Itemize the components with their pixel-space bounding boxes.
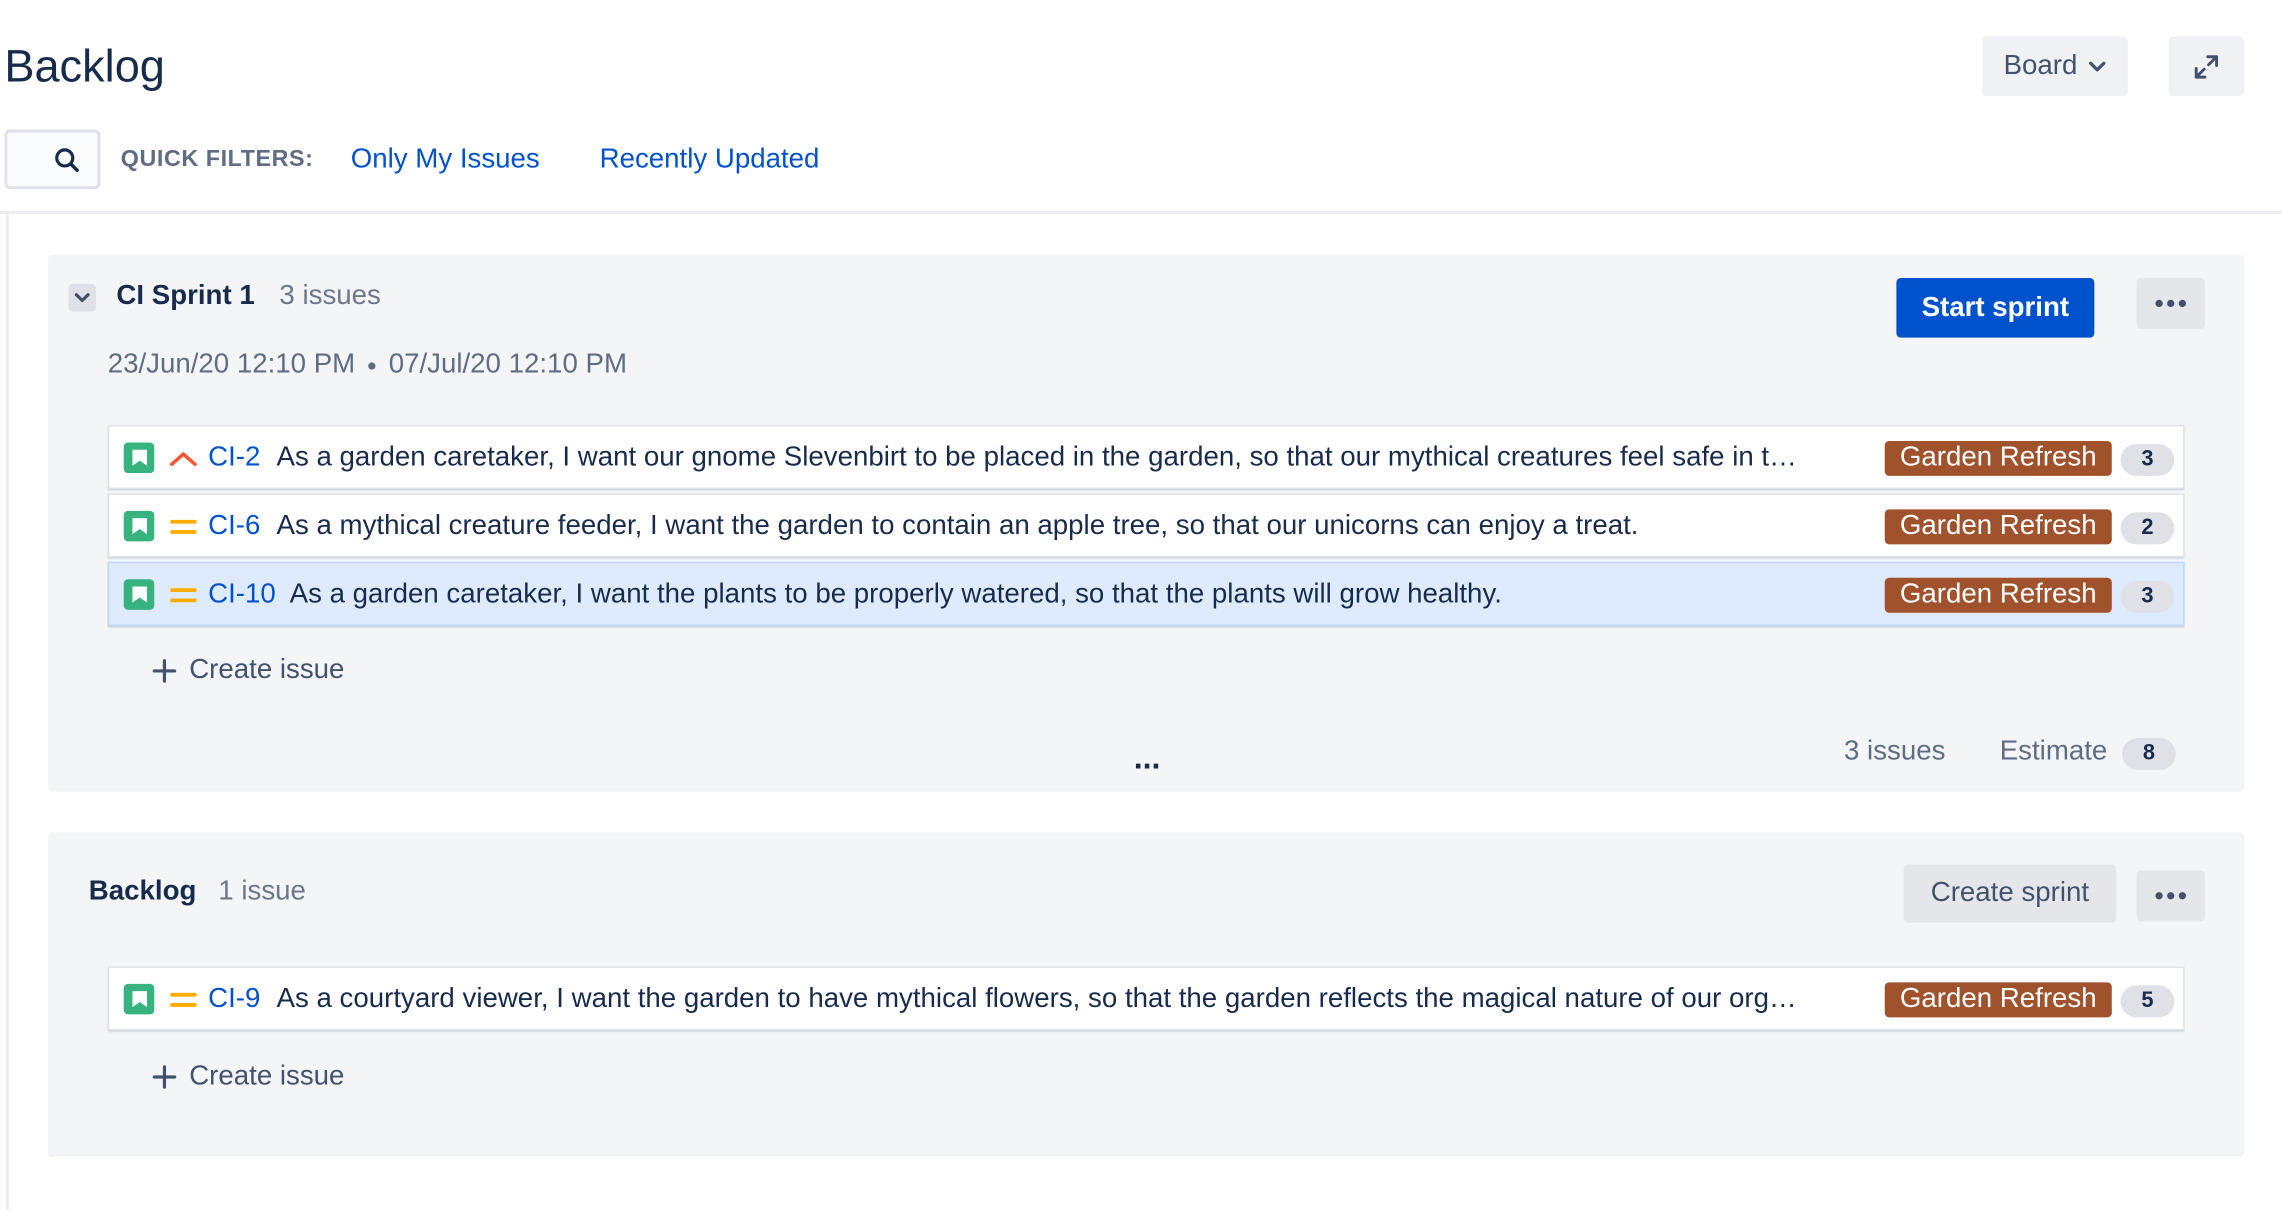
page-title: Backlog [4, 40, 165, 92]
more-dot [2178, 892, 2187, 900]
sprint-start-date: 23/Jun/20 12:10 PM [107, 349, 356, 380]
search-icon [55, 147, 79, 172]
story-icon [123, 442, 155, 474]
priority-medium-icon [169, 512, 198, 541]
sprint-name: CI Sprint 1 [116, 280, 255, 312]
issue-row-ci-10[interactable]: CI-10 As a garden caretaker, I want the … [107, 561, 2185, 626]
start-sprint-button[interactable]: Start sprint [1896, 277, 2095, 338]
issue-key[interactable]: CI-9 [208, 982, 260, 1017]
chevron-down-icon [74, 292, 90, 302]
create-issue-label: Create issue [189, 1060, 345, 1092]
priority-medium-icon [169, 581, 198, 610]
story-icon [123, 579, 155, 610]
epic-label[interactable]: Garden Refresh [1884, 577, 2112, 613]
backlog-create-issue-button[interactable]: Create issue [151, 1060, 344, 1095]
backlog-name: Backlog [88, 876, 197, 907]
expand-icon [2194, 54, 2219, 78]
priority-high-icon [169, 444, 198, 473]
quick-filters-label: QUICK FILTERS: [120, 146, 314, 172]
estimate-badge: 3 [2120, 580, 2175, 613]
estimate-badge: 5 [2120, 985, 2175, 1018]
issue-summary: As a courtyard viewer, I want the garden… [276, 983, 1797, 1015]
issue-row-ci-9[interactable]: CI-9 As a courtyard viewer, I want the g… [107, 966, 2185, 1031]
sprint-end-date: 07/Jul/20 12:10 PM [388, 349, 627, 380]
more-dot [2155, 892, 2163, 900]
issue-key[interactable]: CI-6 [208, 509, 260, 544]
backlog-more-actions-button[interactable] [2136, 870, 2205, 922]
search-input[interactable] [4, 129, 101, 190]
sprint-issue-count: 3 issues [279, 280, 381, 312]
estimate-badge: 2 [2120, 512, 2175, 545]
epic-label[interactable]: Garden Refresh [1884, 509, 2112, 545]
more-dot [2155, 299, 2163, 308]
expand-button[interactable] [2168, 36, 2245, 97]
epic-label[interactable]: Garden Refresh [1884, 982, 2112, 1018]
more-dot [2178, 299, 2187, 308]
backlog-page: Backlog Board QUICK FILTERS: Only My Iss… [0, 0, 2282, 1210]
estimate-badge: 3 [2120, 443, 2175, 476]
sprint-more-actions-button[interactable] [2136, 277, 2205, 329]
sprint-collapse-toggle[interactable] [68, 283, 97, 312]
sprint-dates: 23/Jun/20 12:10 PM 07/Jul/20 12:10 PM [108, 348, 627, 383]
priority-medium-icon [169, 985, 198, 1014]
sprint-footer-estimate-label: Estimate [1999, 736, 2108, 767]
more-dot [2167, 299, 2175, 308]
board-button-label: Board [2003, 50, 2078, 81]
chevron-down-icon [2089, 60, 2106, 71]
date-separator [368, 361, 376, 369]
plus-icon [152, 659, 177, 683]
issue-key[interactable]: CI-10 [208, 578, 276, 613]
quick-filter-only-my-issues[interactable]: Only My Issues [351, 143, 540, 178]
sprint-create-issue-button[interactable]: Create issue [151, 653, 344, 688]
left-divider [5, 213, 9, 1210]
create-issue-label: Create issue [189, 654, 345, 686]
issue-key[interactable]: CI-2 [208, 441, 260, 476]
header-divider [0, 211, 2282, 214]
issue-summary: As a mythical creature feeder, I want th… [276, 510, 1639, 542]
plus-icon [152, 1065, 177, 1089]
issue-row-ci-6[interactable]: CI-6 As a mythical creature feeder, I wa… [107, 493, 2185, 558]
sprint-footer-more[interactable]: ... [1134, 739, 1161, 777]
backlog-issue-count: 1 issue [218, 876, 306, 907]
issue-row-ci-2[interactable]: CI-2 As a garden caretaker, I want our g… [107, 424, 2185, 490]
issue-summary: As a garden caretaker, I want the plants… [289, 579, 1502, 610]
issue-summary: As a garden caretaker, I want our gnome … [276, 442, 1797, 474]
more-dot [2167, 892, 2175, 900]
story-icon [123, 510, 155, 542]
board-dropdown-button[interactable]: Board [1982, 36, 2128, 97]
epic-label[interactable]: Garden Refresh [1884, 440, 2112, 476]
story-icon [123, 983, 155, 1015]
quick-filter-recently-updated[interactable]: Recently Updated [600, 143, 820, 178]
sprint-footer-estimate-total: 8 [2121, 737, 2176, 770]
sprint-footer-issue-count: 3 issues [1843, 736, 1946, 767]
create-sprint-button[interactable]: Create sprint [1903, 864, 2117, 923]
